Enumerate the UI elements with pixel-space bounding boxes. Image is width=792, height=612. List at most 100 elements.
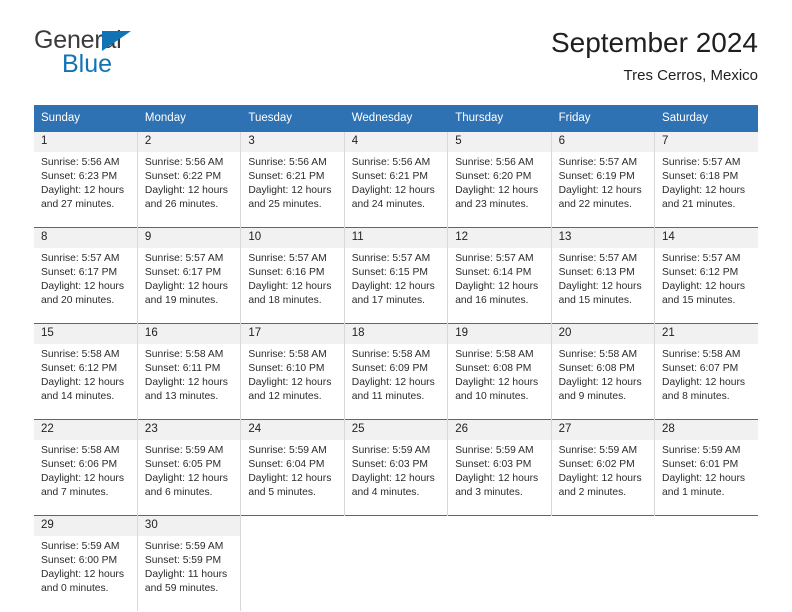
sunrise-text: Sunrise: 5:59 AM [144, 541, 224, 552]
day-cell[interactable]: Sunrise: 5:58 AM Sunset: 6:11 PM Dayligh… [137, 344, 242, 420]
sunset-text: Sunset: 6:03 PM [351, 459, 428, 470]
day-cell[interactable]: Sunrise: 5:59 AM Sunset: 6:00 PM Dayligh… [34, 536, 138, 611]
calendar-body: 1 2 3 4 5 6 7 Sunrise: 5:56 AM Sunset: 6… [34, 132, 758, 611]
day-number[interactable]: 28 [654, 419, 758, 440]
day-cell[interactable]: Sunrise: 5:57 AM Sunset: 6:14 PM Dayligh… [447, 248, 552, 324]
weekday-header-monday: Monday [137, 105, 242, 132]
daylight-text-line2: and 22 minutes. [558, 199, 632, 210]
day-cell[interactable]: Sunrise: 5:57 AM Sunset: 6:19 PM Dayligh… [551, 152, 656, 228]
day-number[interactable]: 26 [447, 419, 552, 440]
sunrise-text: Sunrise: 5:57 AM [144, 253, 224, 264]
week-daynum-row: 8 9 10 11 12 13 14 [34, 227, 758, 248]
day-cell[interactable]: Sunrise: 5:57 AM Sunset: 6:16 PM Dayligh… [240, 248, 345, 324]
day-cell[interactable]: Sunrise: 5:56 AM Sunset: 6:21 PM Dayligh… [240, 152, 345, 228]
day-number[interactable]: 2 [137, 132, 242, 152]
day-number[interactable]: 20 [551, 323, 656, 344]
day-cell[interactable]: Sunrise: 5:59 AM Sunset: 6:04 PM Dayligh… [240, 440, 345, 516]
daylight-text-line2: and 16 minutes. [455, 295, 529, 306]
day-cell[interactable]: Sunrise: 5:57 AM Sunset: 6:13 PM Dayligh… [551, 248, 656, 324]
day-number[interactable]: 19 [447, 323, 552, 344]
day-cell[interactable]: Sunrise: 5:58 AM Sunset: 6:08 PM Dayligh… [551, 344, 656, 420]
day-cell[interactable]: Sunrise: 5:57 AM Sunset: 6:17 PM Dayligh… [34, 248, 138, 324]
day-number[interactable]: 15 [34, 323, 138, 344]
sunrise-text: Sunrise: 5:57 AM [351, 253, 431, 264]
sunrise-text: Sunrise: 5:57 AM [558, 157, 638, 168]
day-number[interactable]: 23 [137, 419, 242, 440]
day-number[interactable]: 3 [240, 132, 345, 152]
day-cell[interactable]: Sunrise: 5:56 AM Sunset: 6:21 PM Dayligh… [344, 152, 449, 228]
day-cell[interactable]: Sunrise: 5:58 AM Sunset: 6:10 PM Dayligh… [240, 344, 345, 420]
day-cell[interactable]: Sunrise: 5:56 AM Sunset: 6:23 PM Dayligh… [34, 152, 138, 228]
day-cell[interactable]: Sunrise: 5:59 AM Sunset: 5:59 PM Dayligh… [137, 536, 242, 611]
day-number[interactable]: 29 [34, 515, 138, 536]
day-cell[interactable]: Sunrise: 5:57 AM Sunset: 6:15 PM Dayligh… [344, 248, 449, 324]
day-number[interactable]: 4 [344, 132, 449, 152]
sunset-text: Sunset: 6:21 PM [351, 171, 428, 182]
day-cell[interactable]: Sunrise: 5:59 AM Sunset: 6:01 PM Dayligh… [654, 440, 758, 516]
day-number[interactable]: 7 [654, 132, 758, 152]
day-number[interactable]: 5 [447, 132, 552, 152]
daylight-text-line2: and 0 minutes. [41, 583, 109, 594]
weekday-header-saturday: Saturday [654, 105, 758, 132]
day-number[interactable]: 9 [137, 227, 242, 248]
day-cell[interactable]: Sunrise: 5:58 AM Sunset: 6:12 PM Dayligh… [34, 344, 138, 420]
day-number[interactable]: 14 [654, 227, 758, 248]
day-number[interactable]: 25 [344, 419, 449, 440]
daylight-text-line1: Daylight: 12 hours [662, 185, 746, 196]
sunrise-text: Sunrise: 5:59 AM [662, 445, 741, 456]
day-cell[interactable]: Sunrise: 5:56 AM Sunset: 6:22 PM Dayligh… [137, 152, 242, 228]
day-cell[interactable]: Sunrise: 5:57 AM Sunset: 6:18 PM Dayligh… [654, 152, 758, 228]
day-number[interactable]: 30 [137, 515, 242, 536]
day-number-empty [447, 515, 552, 536]
day-number[interactable]: 8 [34, 227, 138, 248]
day-number[interactable]: 1 [34, 132, 138, 152]
daylight-text-line2: and 13 minutes. [144, 391, 219, 402]
day-number[interactable]: 17 [240, 323, 345, 344]
sunset-text: Sunset: 6:21 PM [248, 171, 325, 182]
day-number[interactable]: 18 [344, 323, 449, 344]
sunrise-text: Sunrise: 5:59 AM [41, 541, 120, 552]
triangle-icon [102, 31, 131, 51]
day-number[interactable]: 11 [344, 227, 449, 248]
day-cell[interactable]: Sunrise: 5:58 AM Sunset: 6:09 PM Dayligh… [344, 344, 449, 420]
day-number[interactable]: 13 [551, 227, 656, 248]
day-cell[interactable]: Sunrise: 5:57 AM Sunset: 6:17 PM Dayligh… [137, 248, 242, 324]
day-number[interactable]: 6 [551, 132, 656, 152]
day-cell[interactable]: Sunrise: 5:59 AM Sunset: 6:03 PM Dayligh… [447, 440, 552, 516]
sunrise-text: Sunrise: 5:56 AM [351, 157, 431, 168]
day-number-empty [240, 515, 345, 536]
daylight-text-line1: Daylight: 12 hours [455, 185, 539, 196]
day-cell[interactable]: Sunrise: 5:58 AM Sunset: 6:07 PM Dayligh… [654, 344, 758, 420]
day-number[interactable]: 12 [447, 227, 552, 248]
sunset-text: Sunset: 6:07 PM [662, 363, 739, 374]
sunrise-text: Sunrise: 5:57 AM [455, 253, 534, 264]
day-number[interactable]: 21 [654, 323, 758, 344]
daylight-text-line2: and 6 minutes. [144, 487, 213, 498]
weekday-header-wednesday: Wednesday [344, 105, 449, 132]
daylight-text-line1: Daylight: 12 hours [662, 281, 746, 292]
sunrise-text: Sunrise: 5:57 AM [558, 253, 638, 264]
daylight-text-line1: Daylight: 12 hours [455, 281, 539, 292]
day-cell[interactable]: Sunrise: 5:59 AM Sunset: 6:03 PM Dayligh… [344, 440, 449, 516]
day-cell[interactable]: Sunrise: 5:56 AM Sunset: 6:20 PM Dayligh… [447, 152, 552, 228]
page-subtitle: Tres Cerros, Mexico [623, 66, 758, 84]
day-cell[interactable]: Sunrise: 5:58 AM Sunset: 6:06 PM Dayligh… [34, 440, 138, 516]
day-number[interactable]: 24 [240, 419, 345, 440]
day-cell-empty [447, 536, 552, 611]
day-cell[interactable]: Sunrise: 5:57 AM Sunset: 6:12 PM Dayligh… [654, 248, 758, 324]
sunset-text: Sunset: 6:14 PM [455, 267, 532, 278]
week-info-row: Sunrise: 5:57 AM Sunset: 6:17 PM Dayligh… [34, 248, 758, 324]
sunset-text: Sunset: 6:06 PM [41, 459, 118, 470]
week-daynum-row: 15 16 17 18 19 20 21 [34, 323, 758, 344]
day-number[interactable]: 22 [34, 419, 138, 440]
sunrise-text: Sunrise: 5:58 AM [455, 349, 534, 360]
day-number[interactable]: 27 [551, 419, 656, 440]
day-cell[interactable]: Sunrise: 5:59 AM Sunset: 6:02 PM Dayligh… [551, 440, 656, 516]
sunrise-text: Sunrise: 5:56 AM [455, 157, 534, 168]
day-number[interactable]: 10 [240, 227, 345, 248]
day-cell[interactable]: Sunrise: 5:58 AM Sunset: 6:08 PM Dayligh… [447, 344, 552, 420]
daylight-text-line2: and 7 minutes. [41, 487, 109, 498]
day-number[interactable]: 16 [137, 323, 242, 344]
brand-logo[interactable]: General Blue [34, 28, 264, 90]
day-cell[interactable]: Sunrise: 5:59 AM Sunset: 6:05 PM Dayligh… [137, 440, 242, 516]
